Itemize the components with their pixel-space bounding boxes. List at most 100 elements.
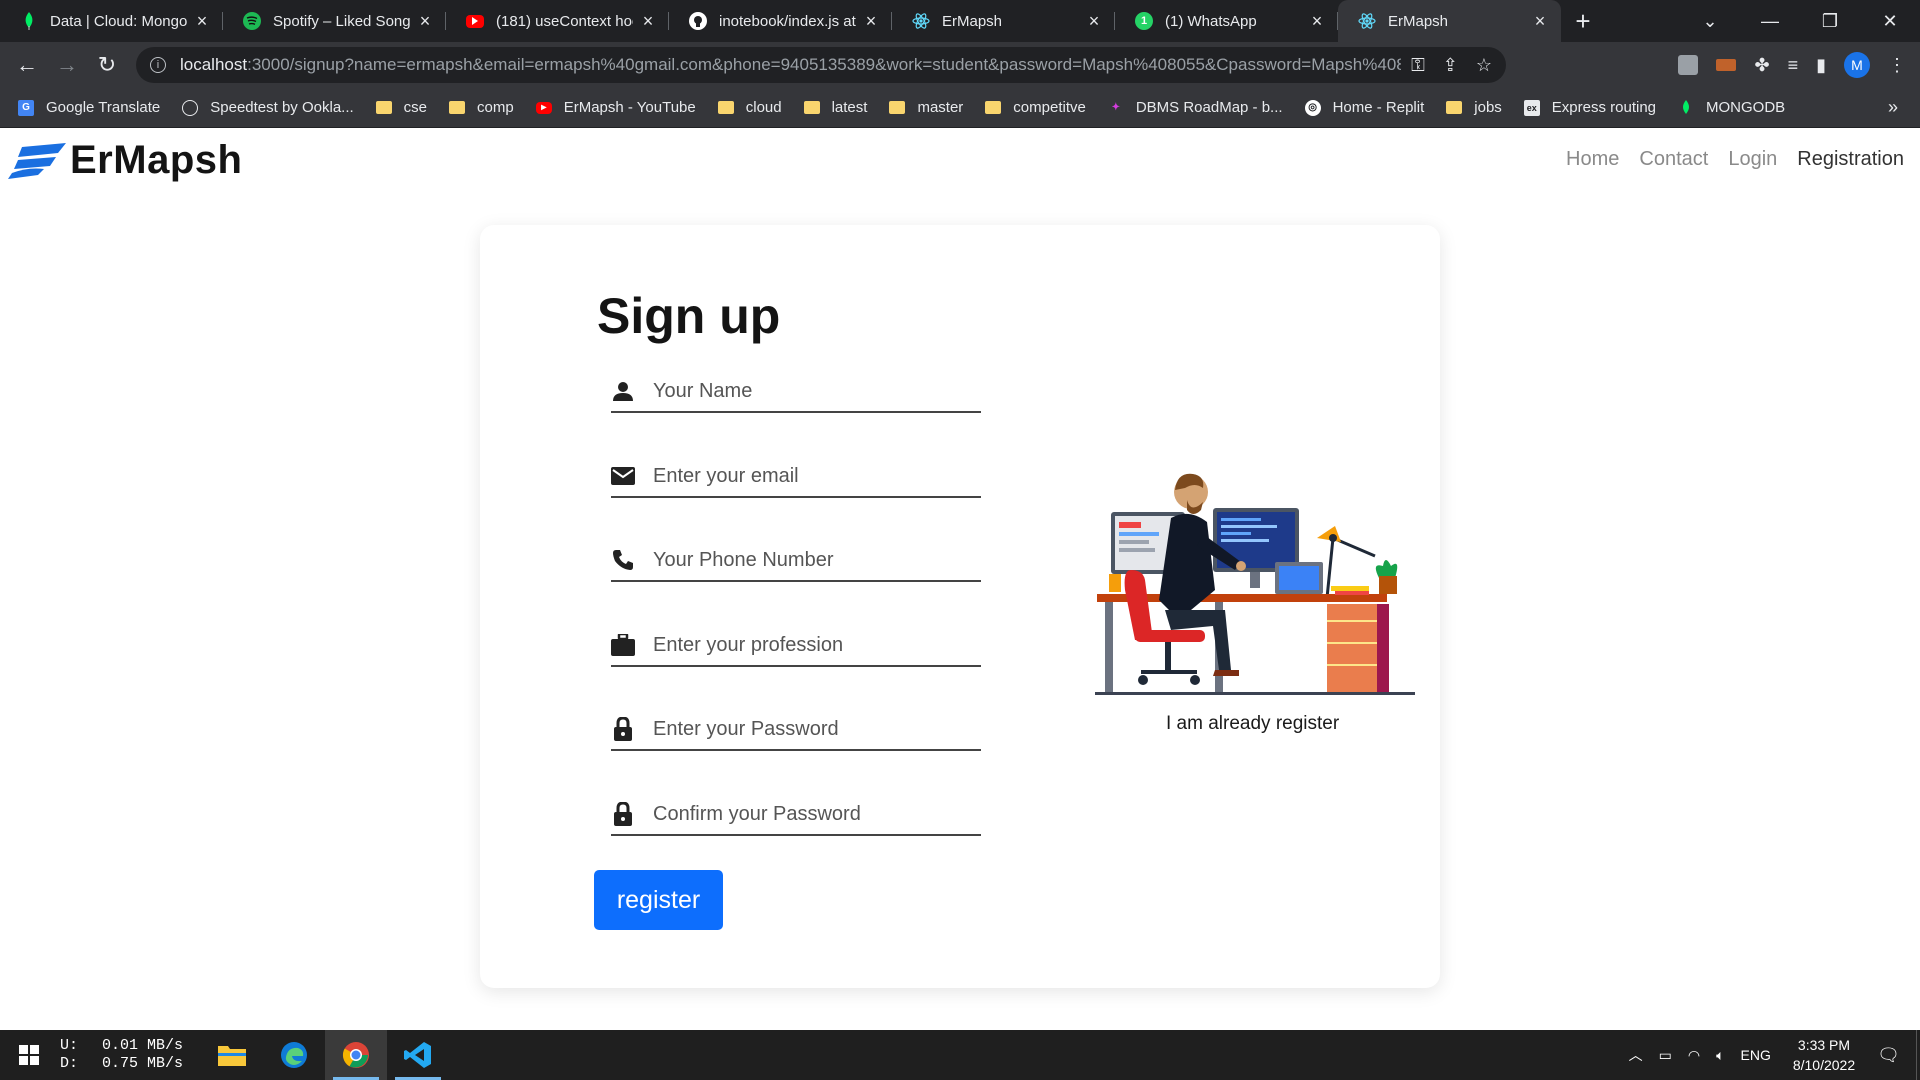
browser-tab[interactable]: Spotify – Liked Songs × [223, 0, 446, 42]
window-close-button[interactable]: ✕ [1860, 11, 1920, 32]
star-icon[interactable]: ☆ [1476, 55, 1492, 76]
folder-icon [985, 101, 1002, 114]
tab-search-icon[interactable]: ⌄ [1680, 11, 1740, 32]
bookmark-item[interactable]: competitve [985, 99, 1086, 116]
file-explorer-icon[interactable] [201, 1030, 263, 1080]
new-tab-button[interactable]: + [1561, 0, 1605, 42]
close-icon[interactable]: × [862, 11, 880, 32]
password-input[interactable] [653, 717, 981, 741]
browser-tab[interactable]: Data | Cloud: MongoDB Cloud × [0, 0, 223, 42]
key-icon[interactable]: ⚿ [1411, 55, 1425, 76]
volume-icon[interactable]: 🔈︎ [1716, 1047, 1724, 1064]
bookmark-item[interactable]: MONGODB [1678, 99, 1785, 116]
site-info-icon[interactable]: i [150, 57, 166, 73]
profession-field [611, 625, 981, 667]
bookmark-item[interactable]: cse [375, 99, 428, 116]
upload-label: U: [60, 1037, 79, 1054]
close-icon[interactable]: × [1085, 11, 1103, 32]
bookmark-item[interactable]: Speedtest by Ookla... [182, 99, 354, 116]
brand-logo[interactable]: ErMapsh [8, 138, 242, 183]
confirm-password-input[interactable] [653, 802, 981, 826]
bookmarks-bar: G Google Translate Speedtest by Ookla... … [0, 88, 1920, 128]
email-input[interactable] [653, 464, 981, 488]
briefcase-icon [611, 633, 635, 657]
window-controls: ⌄ — ❐ ✕ [1680, 0, 1920, 42]
nav-contact[interactable]: Contact [1639, 148, 1708, 171]
name-input[interactable] [653, 379, 981, 403]
bookmark-item[interactable]: latest [803, 99, 867, 116]
browser-tab-active[interactable]: ErMapsh × [1338, 0, 1561, 42]
browser-tab[interactable]: (181) useContext hook × [446, 0, 669, 42]
edge-icon[interactable] [263, 1030, 325, 1080]
express-icon: ex [1523, 99, 1540, 116]
nav-login[interactable]: Login [1728, 148, 1777, 171]
more-bookmarks-icon[interactable]: » [1888, 97, 1898, 118]
close-icon[interactable]: × [416, 11, 434, 32]
notifications-icon[interactable]: 🗨︎ [1877, 1045, 1900, 1066]
extension-icon[interactable] [1678, 55, 1699, 75]
bookmark-item[interactable]: jobs [1446, 99, 1502, 116]
url-path: :3000/signup?name=ermapsh&email=ermapsh%… [247, 55, 1402, 74]
browser-tab[interactable]: inotebook/index.js at main × [669, 0, 892, 42]
back-button[interactable]: ← [7, 45, 47, 85]
bookmark-item[interactable]: cloud [717, 99, 782, 116]
mongodb-leaf-icon [1678, 99, 1694, 116]
folder-icon [717, 101, 734, 114]
browser-tab[interactable]: ErMapsh × [892, 0, 1115, 42]
close-icon[interactable]: × [639, 11, 657, 32]
bookmark-item[interactable]: G Google Translate [18, 99, 160, 116]
chevron-up-icon[interactable]: ︿ [1629, 1045, 1643, 1065]
extension-icon[interactable] [1716, 59, 1737, 71]
react-icon [1358, 12, 1376, 30]
close-icon[interactable]: × [193, 11, 211, 32]
side-panel-icon[interactable]: ▮ [1816, 55, 1826, 76]
puzzle-icon[interactable]: ✤ [1754, 55, 1769, 76]
reload-button[interactable]: ↻ [87, 45, 127, 85]
show-desktop-button[interactable] [1916, 1030, 1920, 1080]
youtube-icon [466, 14, 484, 28]
vscode-icon[interactable] [387, 1030, 449, 1080]
phone-input[interactable] [653, 548, 981, 572]
bookmark-item[interactable]: ✦ DBMS RoadMap - b... [1108, 99, 1283, 116]
tab-title: (1) WhatsApp [1165, 12, 1257, 30]
register-button[interactable]: register [594, 870, 723, 930]
bookmark-item[interactable]: comp [449, 99, 514, 116]
speedtest-icon [182, 99, 199, 116]
site-navbar: ErMapsh Home Contact Login Registration [0, 128, 1920, 194]
close-icon[interactable]: × [1531, 11, 1549, 32]
bookmark-label: cse [403, 99, 428, 116]
password-field [611, 709, 981, 751]
share-icon[interactable]: ⇪ [1443, 55, 1458, 76]
lock-icon [611, 717, 635, 741]
nav-home[interactable]: Home [1566, 148, 1619, 171]
chrome-icon[interactable] [325, 1030, 388, 1080]
bookmark-label: Express routing [1551, 99, 1657, 116]
replit-icon: ◎ [1304, 99, 1321, 116]
language-indicator[interactable]: ENG [1741, 1047, 1771, 1063]
windows-start-icon[interactable] [0, 1030, 58, 1080]
restore-button[interactable]: ❐ [1800, 11, 1860, 32]
browser-tab[interactable]: 1 (1) WhatsApp × [1115, 0, 1338, 42]
profession-input[interactable] [653, 633, 981, 657]
media-icon[interactable]: ≡ [1788, 55, 1799, 76]
login-link[interactable]: I am already register [1166, 713, 1339, 735]
battery-icon[interactable]: ▭ [1659, 1047, 1672, 1064]
wifi-icon[interactable]: ◠ [1688, 1047, 1700, 1064]
close-icon[interactable]: × [1308, 11, 1326, 32]
profile-avatar[interactable]: M [1844, 52, 1870, 78]
bookmark-item[interactable]: master [889, 99, 963, 116]
menu-icon[interactable]: ⋮ [1888, 55, 1906, 76]
minimize-button[interactable]: — [1740, 11, 1800, 32]
bookmark-item[interactable]: ◎ Home - Replit [1304, 99, 1424, 116]
developer-desk-illustration [1095, 473, 1415, 695]
address-bar[interactable]: i localhost:3000/signup?name=ermapsh&ema… [136, 47, 1506, 83]
bookmark-item[interactable]: ex Express routing [1523, 99, 1657, 116]
bookmark-label: DBMS RoadMap - b... [1135, 99, 1283, 116]
clock[interactable]: 3:33 PM 8/10/2022 [1793, 1035, 1855, 1075]
bookmark-item[interactable]: ▸ ErMapsh - YouTube [535, 99, 696, 116]
url-text[interactable]: localhost:3000/signup?name=ermapsh&email… [180, 55, 1401, 75]
phone-icon [611, 548, 635, 572]
confirm-password-field [611, 794, 981, 836]
nav-registration[interactable]: Registration [1797, 148, 1904, 171]
forward-button[interactable]: → [47, 45, 87, 85]
